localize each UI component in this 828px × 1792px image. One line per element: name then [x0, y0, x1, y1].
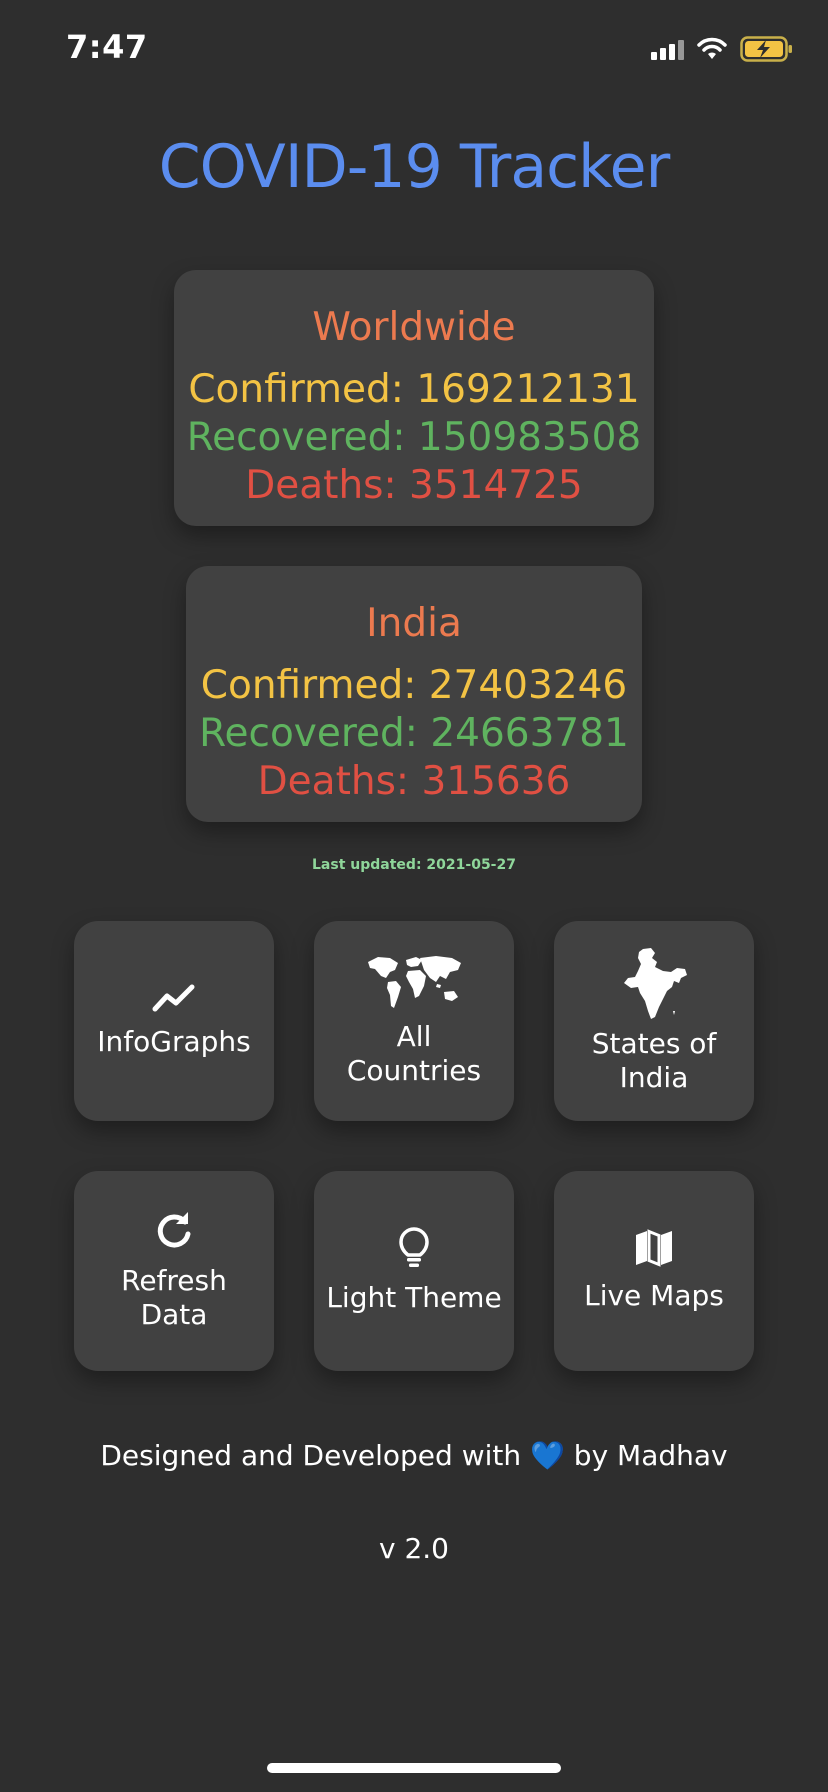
refresh-icon [157, 1212, 191, 1248]
tile-label: Live Maps [584, 1279, 724, 1312]
footer-prefix: Designed and Developed with [100, 1439, 522, 1472]
wifi-icon [697, 37, 727, 59]
refresh-data-button[interactable]: Refresh Data [74, 1171, 274, 1371]
tile-label: Light Theme [326, 1281, 502, 1314]
deaths-count: Deaths: 315636 [257, 759, 571, 804]
status-icons [651, 36, 794, 62]
footer-suffix: by Madhav [573, 1439, 728, 1472]
recovered-count: Recovered: 24663781 [199, 711, 629, 756]
states-of-india-button[interactable]: States of India [554, 921, 754, 1121]
map-icon [636, 1229, 672, 1267]
tile-label: InfoGraphs [97, 1025, 251, 1058]
app-title: COVID-19 Tracker [158, 132, 671, 202]
tile-label: All Countries [346, 1020, 482, 1087]
worldwide-stats-card: Worldwide Confirmed: 169212131 Recovered… [174, 270, 654, 526]
footer-credit: Designed and Developed with 💙 by Madhav [0, 1437, 828, 1475]
status-bar: 7:47 [0, 0, 828, 100]
heart-icon: 💙 [530, 1439, 565, 1472]
india-stats-card: India Confirmed: 27403246 Recovered: 246… [186, 566, 642, 822]
all-countries-button[interactable]: All Countries [314, 921, 514, 1121]
light-theme-button[interactable]: Light Theme [314, 1171, 514, 1371]
india-map-icon [624, 948, 687, 1019]
confirmed-count: Confirmed: 169212131 [188, 367, 640, 412]
tile-label: Refresh Data [121, 1264, 227, 1331]
lightbulb-icon [399, 1227, 429, 1267]
home-indicator[interactable] [267, 1763, 561, 1773]
tile-label: States of India [591, 1027, 717, 1094]
live-maps-button[interactable]: Live Maps [554, 1171, 754, 1371]
deaths-count: Deaths: 3514725 [245, 463, 583, 508]
card-title: Worldwide [312, 305, 516, 350]
recovered-count: Recovered: 150983508 [186, 415, 642, 460]
app-version: v 2.0 [379, 1532, 449, 1565]
card-title: India [366, 601, 462, 646]
confirmed-count: Confirmed: 27403246 [200, 663, 628, 708]
cellular-signal-icon [651, 38, 684, 60]
status-time: 7:47 [66, 28, 148, 66]
infographs-button[interactable]: InfoGraphs [74, 921, 274, 1121]
last-updated-text: Last updated: 2021-05-27 [312, 857, 516, 873]
trend-chart-icon [152, 984, 195, 1012]
world-map-icon [368, 956, 461, 1008]
battery-charging-icon [740, 36, 792, 62]
